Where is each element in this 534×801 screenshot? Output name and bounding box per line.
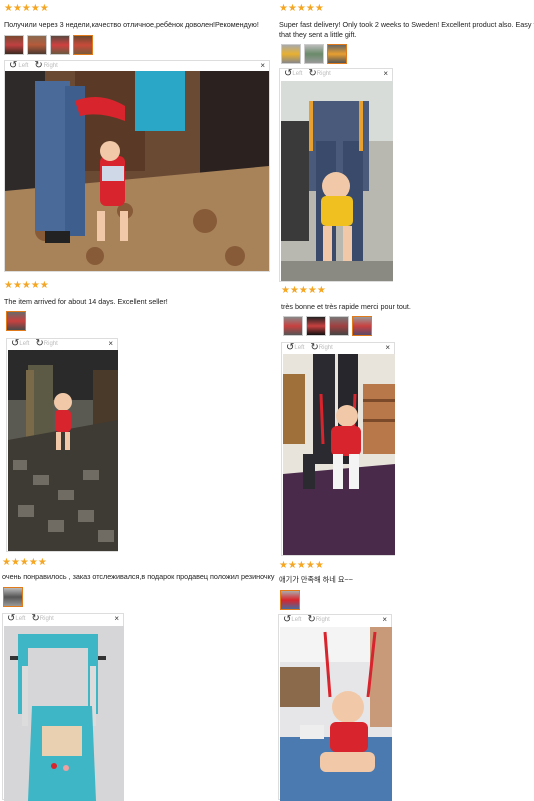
rotate-right-button[interactable]: ↻ Right [307, 615, 329, 625]
star-rating: ★★★★★ [281, 285, 326, 296]
rotate-left-button[interactable]: ↺ Left [7, 614, 25, 624]
viewer-toolbar: ↺ Left ↻ Right × [280, 69, 392, 79]
review-photo [8, 350, 118, 551]
thumbnail-selected[interactable] [352, 316, 372, 336]
rotate-right-icon: ↻ [34, 60, 43, 71]
review-1: ★★★★★ Получили через 3 недели,качество о… [4, 4, 266, 30]
star-rating: ★★★★★ [279, 3, 324, 14]
close-button[interactable]: × [385, 343, 390, 353]
viewer-toolbar: ↺ Left ↻ Right × [3, 614, 123, 624]
review-3: ★★★★★ The item arrived for about 14 days… [4, 281, 266, 307]
image-viewer: ↺ Left ↻ Right × [4, 60, 270, 272]
rotate-right-icon: ↻ [308, 68, 317, 79]
close-button[interactable]: × [108, 339, 113, 349]
review-6: ★★★★★ 애기가 만족해 하네 요~~ [279, 561, 534, 585]
thumbnail[interactable] [4, 35, 24, 55]
review-text: très bonne et très rapide merci pour tou… [281, 302, 411, 311]
star-rating: ★★★★★ [2, 557, 47, 568]
rotate-right-button[interactable]: ↻ Right [308, 69, 330, 79]
image-viewer: ↺ Left ↻ Right × [281, 342, 395, 556]
rotate-left-label: Left [292, 71, 303, 77]
thumbnail-strip [280, 590, 300, 610]
thumbnail[interactable] [281, 44, 301, 64]
rotate-left-label: Left [19, 341, 30, 347]
rotate-left-label: Left [291, 617, 302, 623]
star-rating: ★★★★★ [4, 280, 49, 291]
review-2: ★★★★★ Super fast delivery! Only took 2 w… [279, 4, 534, 39]
close-button[interactable]: × [383, 69, 388, 79]
image-viewer: ↺ Left ↻ Right × [2, 613, 124, 801]
close-button[interactable]: × [114, 614, 119, 624]
close-button[interactable]: × [382, 615, 387, 625]
review-photo [280, 627, 392, 801]
thumbnail-selected[interactable] [73, 35, 93, 55]
image-viewer: ↺ Left ↻ Right × [279, 68, 393, 282]
rotate-left-button[interactable]: ↺ Left [286, 343, 304, 353]
thumbnail[interactable] [306, 316, 326, 336]
rotate-right-label: Right [43, 63, 58, 69]
rotate-right-label: Right [43, 341, 58, 347]
rotate-right-button[interactable]: ↻ Right [310, 343, 332, 353]
rotate-left-icon: ↺ [283, 614, 292, 625]
viewer-toolbar: ↺ Left ↻ Right × [7, 339, 117, 349]
review-text: Получили через 3 недели,качество отлично… [4, 20, 259, 29]
rotate-right-icon: ↻ [307, 614, 316, 625]
rotate-left-button[interactable]: ↺ Left [9, 61, 28, 71]
image-viewer: ↺ Left ↻ Right × [6, 338, 118, 552]
thumbnail-selected[interactable] [6, 311, 26, 331]
thumbnail[interactable] [304, 44, 324, 64]
rotate-left-button[interactable]: ↺ Left [283, 615, 301, 625]
star-rating: ★★★★★ [4, 3, 49, 14]
review-photo [4, 626, 124, 801]
rotate-right-label: Right [315, 617, 330, 623]
rotate-right-label: Right [316, 71, 331, 77]
viewer-toolbar: ↺ Left ↻ Right × [282, 343, 394, 353]
rotate-left-icon: ↺ [11, 338, 20, 349]
review-photo [283, 354, 395, 555]
review-5: ★★★★★ очень понравилось , заказ отслежив… [2, 558, 278, 582]
rotate-left-label: Left [294, 345, 305, 351]
thumbnail[interactable] [283, 316, 303, 336]
review-text: очень понравилось , заказ отслеживался,в… [2, 572, 275, 581]
rotate-left-icon: ↺ [7, 613, 16, 624]
rotate-right-button[interactable]: ↻ Right [34, 61, 57, 71]
review-photo [281, 81, 393, 281]
viewer-toolbar: ↺ Left ↻ Right × [5, 61, 269, 71]
review-4: ★★★★★ très bonne et très rapide merci po… [281, 286, 534, 312]
review-photo [5, 71, 269, 271]
thumbnail[interactable] [329, 316, 349, 336]
thumbnail[interactable] [27, 35, 47, 55]
thumbnail-strip [4, 35, 93, 55]
star-rating: ★★★★★ [279, 560, 324, 571]
thumbnail-selected[interactable] [3, 587, 23, 607]
thumbnail-selected[interactable] [280, 590, 300, 610]
rotate-left-icon: ↺ [284, 68, 293, 79]
rotate-left-label: Left [15, 616, 26, 622]
rotate-right-button[interactable]: ↻ Right [31, 614, 53, 624]
thumbnail-selected[interactable] [327, 44, 347, 64]
image-viewer: ↺ Left ↻ Right × [278, 614, 392, 801]
thumbnail[interactable] [50, 35, 70, 55]
rotate-right-label: Right [39, 616, 54, 622]
rotate-left-icon: ↺ [286, 342, 295, 353]
thumbnail-strip [281, 44, 347, 64]
thumbnail-strip [6, 311, 26, 331]
thumbnail-strip [3, 587, 23, 607]
review-text: The item arrived for about 14 days. Exce… [4, 297, 168, 306]
thumbnail-strip [283, 316, 372, 336]
rotate-right-button[interactable]: ↻ Right [35, 339, 57, 349]
review-text-line-2: that they sent a little gift. [279, 29, 357, 39]
review-text: 애기가 만족해 하네 요~~ [279, 575, 353, 584]
rotate-left-icon: ↺ [9, 60, 18, 71]
rotate-left-label: Left [18, 63, 29, 69]
rotate-left-button[interactable]: ↺ Left [284, 69, 302, 79]
rotate-right-label: Right [318, 345, 333, 351]
rotate-right-icon: ↻ [31, 613, 40, 624]
rotate-right-icon: ↻ [310, 342, 319, 353]
viewer-toolbar: ↺ Left ↻ Right × [279, 615, 391, 625]
review-text-line-1: Super fast delivery! Only took 2 weeks t… [279, 20, 534, 29]
rotate-right-icon: ↻ [35, 338, 44, 349]
rotate-left-button[interactable]: ↺ Left [11, 339, 29, 349]
close-button[interactable]: × [260, 61, 265, 71]
